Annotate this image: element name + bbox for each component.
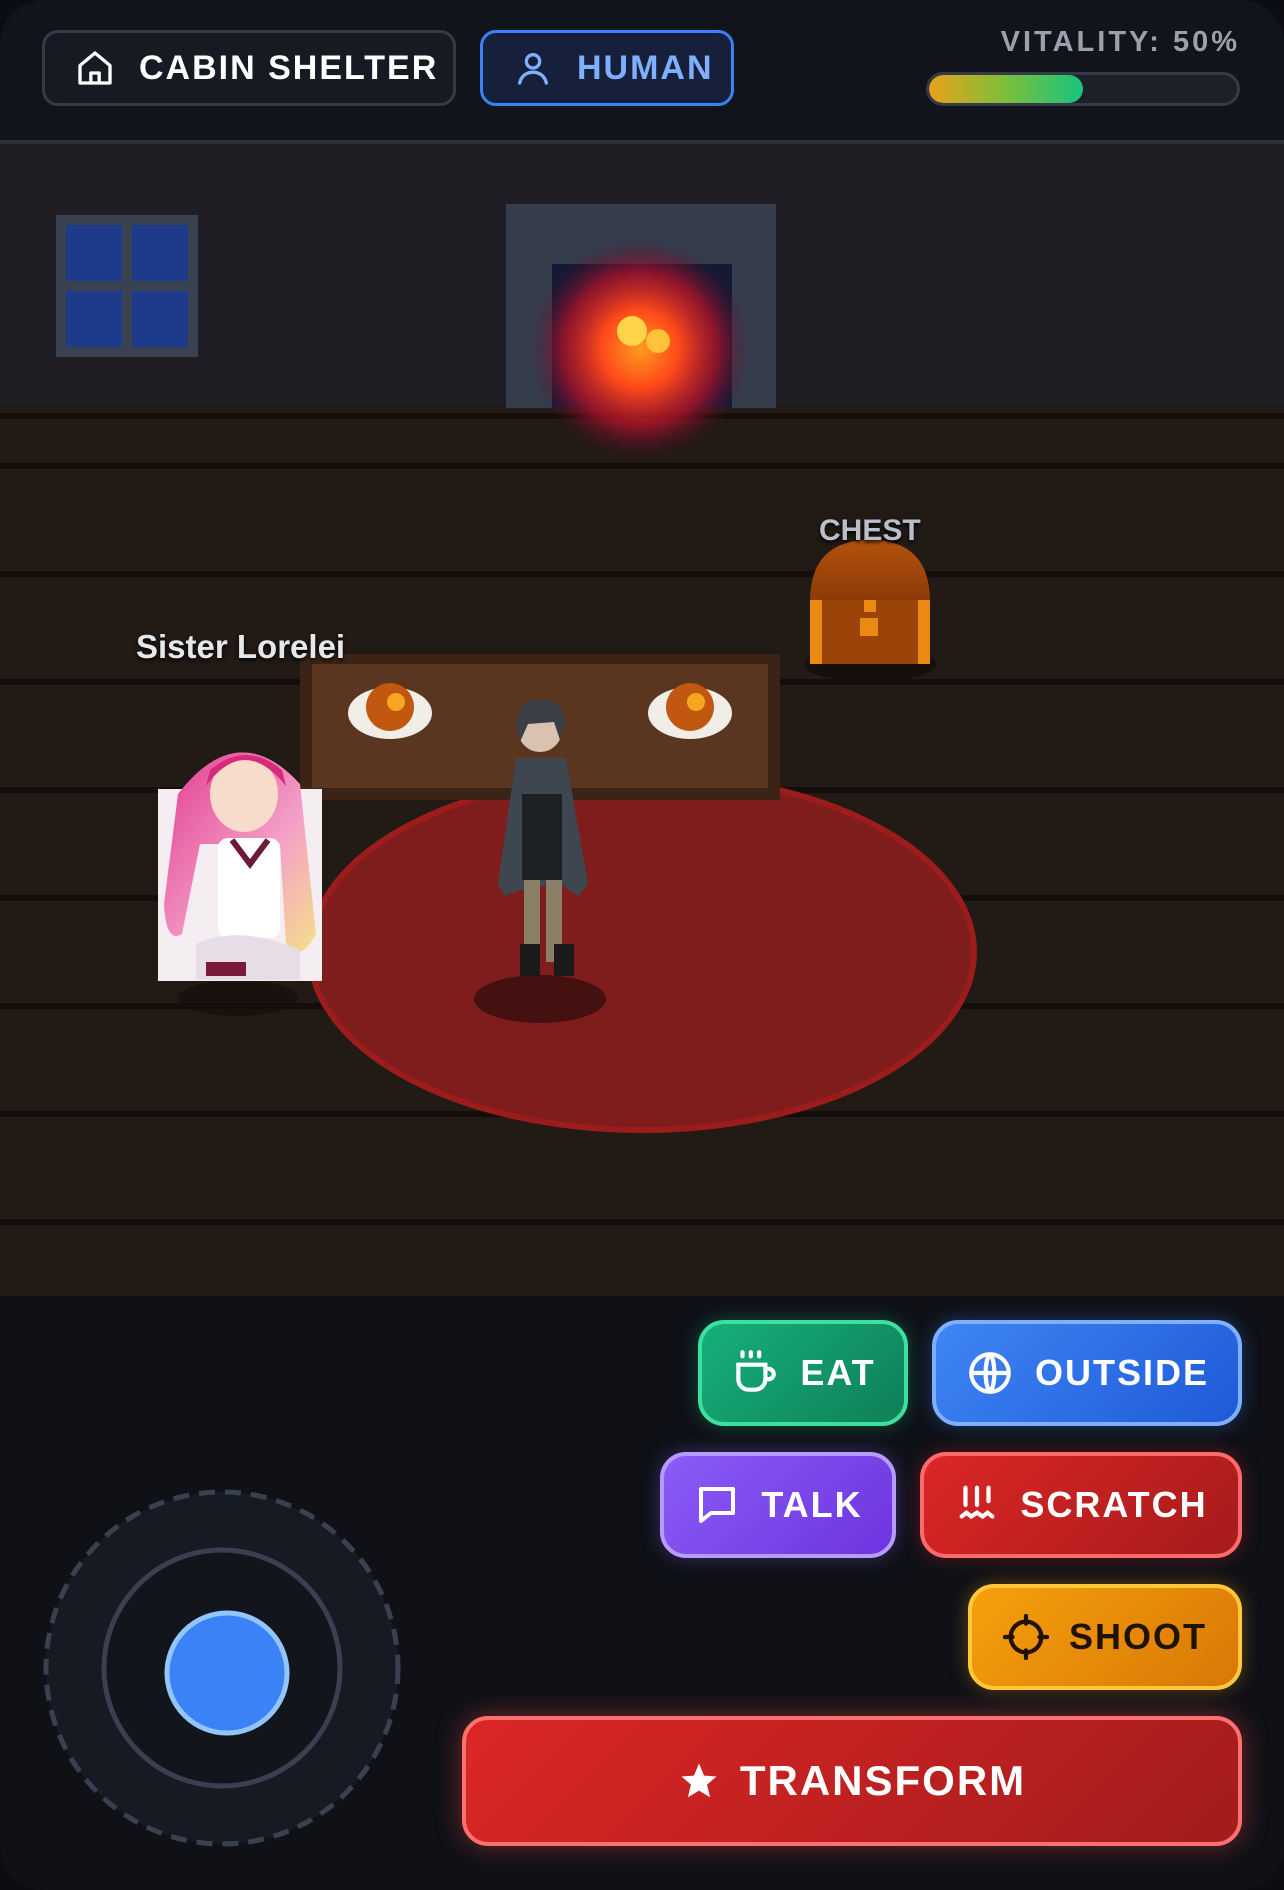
game-screen: CABIN SHELTER HUMAN VITALITY: 50% Sister… xyxy=(0,0,1284,1890)
shoot-button[interactable]: SHOOT xyxy=(968,1584,1242,1690)
scene-canvas xyxy=(0,144,1284,1296)
vitality-fill xyxy=(929,75,1083,103)
npc-name-label: Sister Lorelei xyxy=(136,628,346,665)
home-icon xyxy=(78,51,112,85)
vitality-bar xyxy=(926,72,1240,106)
fire-flame xyxy=(646,329,670,353)
cabin-scene[interactable]: Sister Lorelei CHEST xyxy=(0,144,1284,1296)
virtual-joystick[interactable] xyxy=(42,1488,402,1848)
location-label: CABIN SHELTER xyxy=(139,48,439,87)
window xyxy=(56,215,198,357)
fire-glow xyxy=(530,239,750,459)
outside-button[interactable]: OUTSIDE xyxy=(932,1320,1242,1426)
transform-button[interactable]: TRANSFORM xyxy=(462,1716,1242,1846)
chest-label: CHEST xyxy=(819,514,921,547)
star-icon xyxy=(681,1763,717,1798)
cup-icon xyxy=(736,1350,777,1392)
vitality-label: VITALITY: 50% xyxy=(1000,26,1240,58)
hud-bar: CABIN SHELTER HUMAN VITALITY: 50% xyxy=(0,0,1284,144)
scratch-button[interactable]: SCRATCH xyxy=(920,1452,1242,1558)
form-mode-button[interactable]: HUMAN xyxy=(480,30,734,106)
talk-button[interactable]: TALK xyxy=(660,1452,896,1558)
outside-label: OUTSIDE xyxy=(1034,1352,1209,1393)
npc-sister-lorelei[interactable] xyxy=(158,752,322,1016)
control-panel: EAT OUTSIDE TALK SCRATCH SHOOT TRANSFORM xyxy=(0,1296,1284,1890)
globe-icon xyxy=(969,1352,1011,1394)
eat-button[interactable]: EAT xyxy=(698,1320,908,1426)
form-mode-label: HUMAN xyxy=(577,48,714,87)
crosshair-icon xyxy=(1002,1614,1049,1660)
shoot-label: SHOOT xyxy=(1068,1616,1207,1657)
joystick-knob[interactable] xyxy=(164,1610,290,1736)
transform-label: TRANSFORM xyxy=(739,1757,1027,1804)
chest-lock xyxy=(860,618,878,636)
talk-label: TALK xyxy=(761,1484,863,1525)
location-chip: CABIN SHELTER xyxy=(42,30,456,106)
user-icon xyxy=(518,53,548,85)
player-shadow xyxy=(474,975,606,1023)
eat-label: EAT xyxy=(800,1352,876,1393)
treasure-chest[interactable] xyxy=(804,540,936,682)
fire-flame xyxy=(617,316,647,346)
red-rug xyxy=(307,771,977,1133)
scratch-label: SCRATCH xyxy=(1020,1484,1208,1525)
chat-icon xyxy=(699,1487,736,1523)
claw-icon xyxy=(959,1485,995,1520)
